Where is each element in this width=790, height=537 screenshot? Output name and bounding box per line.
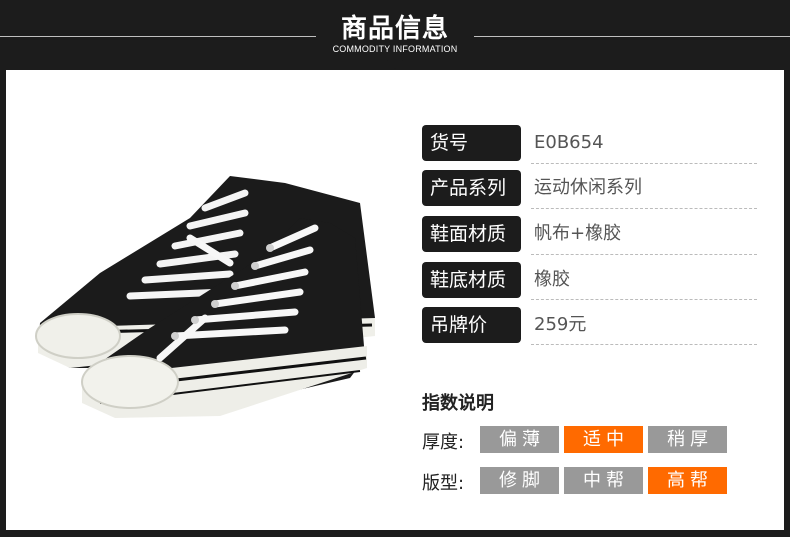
header-title: 商品信息 xyxy=(340,14,449,44)
header-notch xyxy=(387,60,403,69)
spec-value-sole: 橡胶 xyxy=(534,269,570,290)
spec-divider xyxy=(531,344,757,345)
shape-option-low: 修脚 xyxy=(480,467,559,494)
thickness-option-thin: 偏薄 xyxy=(480,426,559,453)
spec-label-price: 吊牌价 xyxy=(422,307,521,343)
spec-divider xyxy=(531,254,757,255)
index-title: 指数说明 xyxy=(422,393,494,414)
thickness-option-medium: 适中 xyxy=(564,426,643,453)
spec-value-item-no: E0B654 xyxy=(534,132,604,153)
shape-option-high: 高帮 xyxy=(648,467,727,494)
spec-value-series: 运动休闲系列 xyxy=(534,177,642,198)
spec-value-upper: 帆布+橡胶 xyxy=(534,223,622,244)
spec-label-sole: 鞋底材质 xyxy=(422,262,521,298)
spec-divider xyxy=(531,208,757,209)
shape-label: 版型: xyxy=(422,473,465,494)
header-subtitle: COMMODITY INFORMATION xyxy=(332,44,458,54)
thickness-label: 厚度: xyxy=(422,432,465,453)
spec-value-price: 259元 xyxy=(534,314,587,335)
spec-label-upper: 鞋面材质 xyxy=(422,216,521,252)
header-bar: 商品信息 COMMODITY INFORMATION xyxy=(0,0,790,69)
shape-option-mid: 中帮 xyxy=(564,467,643,494)
spec-divider xyxy=(531,163,757,164)
spec-divider xyxy=(531,299,757,300)
spec-label-item-no: 货号 xyxy=(422,125,521,161)
shoe-image xyxy=(35,176,375,418)
spec-label-series: 产品系列 xyxy=(422,170,521,206)
thickness-option-thick: 稍厚 xyxy=(648,426,727,453)
